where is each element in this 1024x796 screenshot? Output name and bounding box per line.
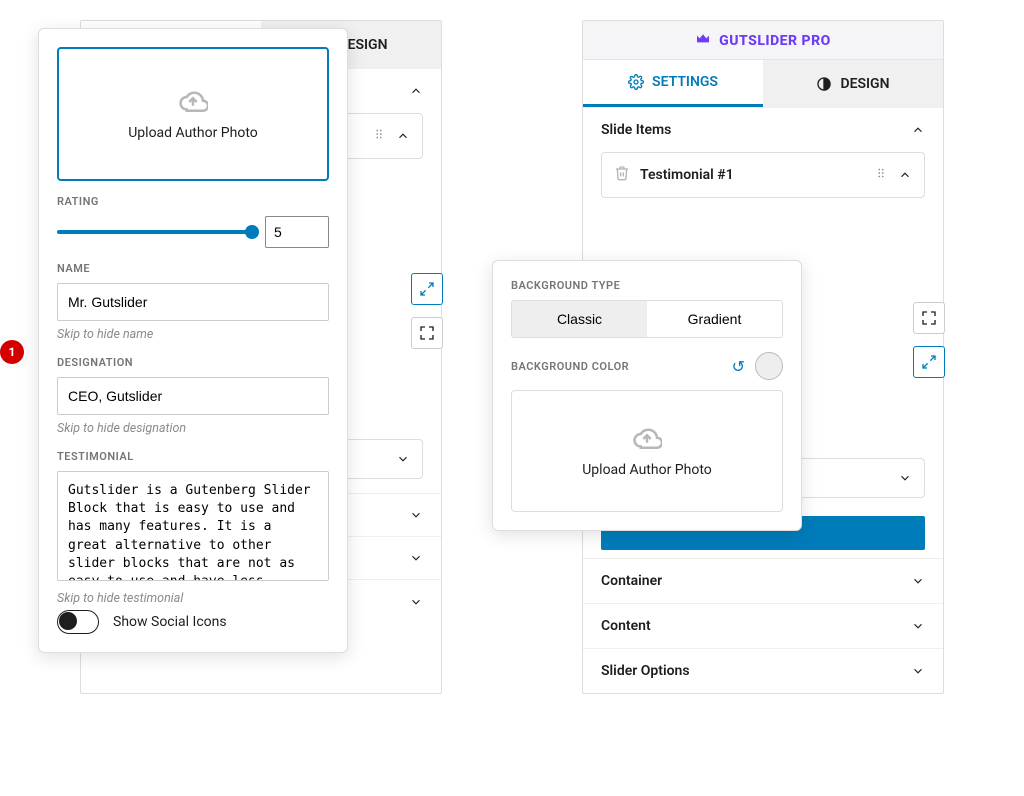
chevron-down-icon [911, 664, 925, 678]
reset-icon[interactable]: ↺ [732, 357, 745, 376]
chevron-up-icon[interactable] [396, 129, 410, 143]
section-content[interactable]: Content [583, 603, 943, 648]
section-slider-options[interactable]: Slider Options [583, 648, 943, 693]
slide-item-title: Testimonial #1 [640, 167, 864, 183]
left-column: 1 SETTINGS DESIGN Slide Items [30, 20, 492, 694]
bg-type-gradient[interactable]: Gradient [647, 301, 782, 337]
annotation-marker-1: 1 [0, 340, 24, 364]
section-label: Slider Options [601, 663, 690, 679]
bg-type-classic[interactable]: Classic [512, 301, 647, 337]
designation-hint: Skip to hide designation [57, 421, 329, 436]
tab-design-label: DESIGN [840, 76, 889, 92]
tab-settings-label: SETTINGS [652, 74, 718, 90]
designation-label: DESIGNATION [57, 356, 329, 369]
section-slide-items[interactable]: Slide Items [583, 107, 943, 152]
upload-author-photo[interactable]: Upload Author Photo [57, 47, 329, 181]
crown-icon [695, 31, 711, 51]
testimonial-input[interactable] [57, 471, 329, 581]
testimonial-editor-popup: Upload Author Photo RATING NAME Skip to … [38, 28, 348, 653]
drag-handle-icon[interactable] [874, 166, 888, 184]
panel-tabs: SETTINGS DESIGN [583, 60, 943, 107]
show-social-icons-toggle[interactable] [57, 610, 99, 634]
color-swatch[interactable] [755, 352, 783, 380]
chevron-down-icon [396, 452, 410, 466]
upload-author-photo[interactable]: Upload Author Photo [511, 390, 783, 512]
bg-type-label: BACKGROUND TYPE [511, 279, 783, 292]
section-label: Slide Items [601, 122, 671, 138]
slide-item-card[interactable]: Testimonial #1 [601, 152, 925, 198]
trash-icon[interactable] [614, 165, 630, 185]
pro-label: GUTSLIDER PRO [719, 33, 831, 49]
gear-icon [628, 74, 644, 90]
upload-label: Upload Author Photo [582, 462, 712, 478]
testimonial-hint: Skip to hide testimonial [57, 591, 329, 606]
rating-input[interactable] [265, 216, 329, 248]
section-label: Container [601, 573, 662, 589]
expand-button[interactable] [411, 273, 443, 305]
slider-thumb[interactable] [245, 225, 259, 239]
section-label: Content [601, 618, 651, 634]
name-input[interactable] [57, 283, 329, 321]
name-label: NAME [57, 262, 329, 275]
bg-type-segmented: Classic Gradient [511, 300, 783, 338]
chevron-up-icon [409, 84, 423, 98]
chevron-down-icon [409, 551, 423, 565]
designation-input[interactable] [57, 377, 329, 415]
chevron-up-icon[interactable] [898, 168, 912, 182]
pro-banner[interactable]: GUTSLIDER PRO [583, 21, 943, 60]
chevron-down-icon [898, 471, 912, 485]
fullscreen-button[interactable] [913, 302, 945, 334]
contrast-icon [816, 76, 832, 92]
tab-settings[interactable]: SETTINGS [583, 60, 763, 107]
chevron-down-icon [911, 619, 925, 633]
right-column: 2 GUTSLIDER PRO SETTINGS [532, 20, 994, 694]
drag-handle-icon[interactable] [372, 127, 386, 145]
upload-label: Upload Author Photo [128, 125, 258, 141]
rating-label: RATING [57, 195, 329, 208]
toggle-label: Show Social Icons [113, 614, 227, 630]
section-container[interactable]: Container [583, 558, 943, 603]
chevron-up-icon [911, 123, 925, 137]
rating-slider[interactable] [57, 230, 253, 234]
background-editor-popup: BACKGROUND TYPE Classic Gradient BACKGRO… [492, 260, 802, 531]
chevron-down-icon [911, 574, 925, 588]
tab-design[interactable]: DESIGN [763, 60, 943, 107]
name-hint: Skip to hide name [57, 327, 329, 342]
expand-button[interactable] [913, 346, 945, 378]
cloud-upload-icon [632, 424, 662, 454]
chevron-down-icon [409, 595, 423, 609]
testimonial-label: TESTIMONIAL [57, 450, 329, 463]
fullscreen-button[interactable] [411, 317, 443, 349]
chevron-down-icon [409, 508, 423, 522]
cloud-upload-icon [178, 87, 208, 117]
bg-color-label: BACKGROUND COLOR [511, 360, 629, 373]
